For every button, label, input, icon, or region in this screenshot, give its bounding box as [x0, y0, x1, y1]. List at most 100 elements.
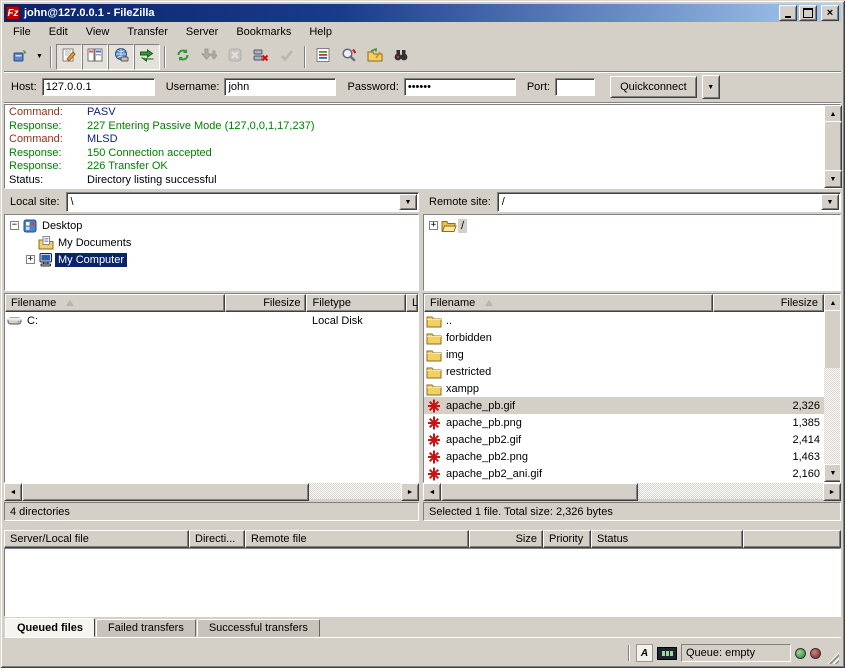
maximize-button[interactable] [799, 5, 817, 21]
menu-transfer[interactable]: Transfer [118, 24, 177, 40]
remote-hscroll-thumb[interactable] [441, 483, 638, 501]
folder-icon [424, 330, 442, 346]
app-icon[interactable]: Fz [6, 6, 20, 20]
toggle-local-tree-button[interactable] [82, 44, 108, 70]
refresh-button[interactable] [170, 44, 196, 70]
directory-comparison-button[interactable] [336, 44, 362, 70]
expand-icon[interactable]: + [26, 255, 35, 264]
cancel-operation-button[interactable] [222, 44, 248, 70]
scroll-down-icon[interactable]: ▼ [824, 464, 841, 482]
toggle-message-log-button[interactable] [56, 44, 82, 70]
queue-column-blank[interactable] [743, 530, 841, 548]
image-file-icon [424, 415, 442, 431]
folder-icon [424, 347, 442, 363]
remote-hscrollbar[interactable]: ◄ ► [423, 483, 841, 499]
queue-column-directi-[interactable]: Directi... [189, 530, 245, 548]
resize-grip[interactable] [825, 650, 839, 664]
tree-item--[interactable]: +/ [424, 217, 840, 234]
filename-filters-button[interactable] [310, 44, 336, 70]
activity-indicator-send-icon [810, 648, 821, 659]
remote-file-row[interactable]: apache_pb2.gif2,414 [424, 431, 824, 448]
username-label: Username: [166, 81, 220, 93]
title-bar[interactable]: Fz john@127.0.0.1 - FileZilla × [4, 4, 841, 22]
log-scroll-thumb[interactable] [824, 121, 842, 174]
column-header-filetype[interactable]: Filetype [306, 294, 406, 312]
tab-queued-files[interactable]: Queued files [5, 618, 95, 637]
local-file-row[interactable]: C:Local Disk [5, 312, 418, 329]
remote-file-row[interactable]: apache_pb2_ani.gif2,160 [424, 465, 824, 482]
username-input[interactable] [224, 78, 336, 96]
column-header-filename[interactable]: Filename [5, 294, 225, 312]
remote-vscroll-thumb[interactable] [824, 310, 841, 370]
column-header-filesize[interactable]: Filesize [713, 294, 824, 312]
site-manager-dropdown-button[interactable]: ▼ [33, 45, 46, 69]
close-button[interactable]: × [821, 5, 839, 21]
file-name: C: [23, 315, 226, 327]
remote-file-row[interactable]: apache_pb.png1,385 [424, 414, 824, 431]
scroll-left-icon[interactable]: ◄ [423, 483, 441, 501]
chevron-down-icon[interactable]: ▼ [821, 194, 839, 210]
password-input[interactable] [404, 78, 516, 96]
quickconnect-button[interactable]: Quickconnect [610, 76, 697, 98]
local-hscrollbar[interactable]: ◄ ► [4, 483, 419, 499]
menu-bookmarks[interactable]: Bookmarks [227, 24, 300, 40]
remote-file-row[interactable]: forbidden [424, 329, 824, 346]
expand-icon[interactable]: + [429, 221, 438, 230]
log-line: Response:150 Connection accepted [9, 147, 823, 161]
queue-column-size[interactable]: Size [469, 530, 543, 548]
queue-column-remote-file[interactable]: Remote file [245, 530, 469, 548]
tree-item-my-computer[interactable]: +My Computer [5, 251, 418, 268]
local-site-combo[interactable]: \ ▼ [66, 192, 419, 212]
tree-item-desktop[interactable]: −Desktop [5, 217, 418, 234]
queue-column-server-local-file[interactable]: Server/Local file [4, 530, 189, 548]
synchronized-browsing-button[interactable] [362, 44, 388, 70]
remote-file-row[interactable]: .. [424, 312, 824, 329]
data-type-indicator-icon[interactable]: A [636, 644, 653, 662]
toggle-remote-tree-button[interactable] [108, 44, 134, 70]
column-header-filename[interactable]: Filename [424, 294, 713, 312]
menu-server[interactable]: Server [177, 24, 227, 40]
remote-file-row[interactable]: apache_pb2.png1,463 [424, 448, 824, 465]
menu-help[interactable]: Help [300, 24, 341, 40]
remote-vscroll-track[interactable] [824, 368, 840, 466]
directory-comparison-icon [341, 47, 357, 66]
tree-item-my-documents[interactable]: My Documents [5, 234, 418, 251]
tab-successful-transfers[interactable]: Successful transfers [197, 619, 320, 637]
column-header-l[interactable]: L [406, 294, 418, 312]
quickconnect-dropdown-button[interactable]: ▼ [702, 75, 720, 99]
remote-vscrollbar[interactable]: ▲ ▼ [824, 294, 840, 482]
minimize-button[interactable] [779, 5, 797, 21]
remote-file-row[interactable]: img [424, 346, 824, 363]
toggle-transfer-queue-button[interactable] [134, 44, 160, 70]
find-files-button[interactable] [388, 44, 414, 70]
menu-view[interactable]: View [77, 24, 119, 40]
process-queue-button[interactable] [196, 44, 222, 70]
remote-file-row[interactable]: restricted [424, 363, 824, 380]
column-header-filesize[interactable]: Filesize [225, 294, 307, 312]
local-hscroll-track[interactable] [309, 483, 401, 499]
scroll-down-icon[interactable]: ▼ [824, 170, 842, 188]
queue-column-priority[interactable]: Priority [543, 530, 591, 548]
menu-file[interactable]: File [4, 24, 40, 40]
tab-failed-transfers[interactable]: Failed transfers [96, 619, 196, 637]
collapse-icon[interactable]: − [10, 221, 19, 230]
log-line-text: MLSD [87, 133, 118, 147]
host-input[interactable] [42, 78, 155, 96]
scroll-left-icon[interactable]: ◄ [4, 483, 22, 501]
chevron-down-icon[interactable]: ▼ [399, 194, 417, 210]
local-hscroll-thumb[interactable] [22, 483, 309, 501]
site-manager-button[interactable] [7, 44, 33, 70]
scroll-right-icon[interactable]: ► [823, 483, 841, 501]
port-input[interactable] [555, 78, 595, 96]
disconnect-button[interactable] [248, 44, 274, 70]
remote-site-combo[interactable]: / ▼ [497, 192, 841, 212]
speed-limit-icon[interactable] [657, 647, 677, 660]
remote-file-row[interactable]: apache_pb.gif2,326 [424, 397, 824, 414]
reconnect-button[interactable] [274, 44, 300, 70]
scroll-right-icon[interactable]: ► [401, 483, 419, 501]
queue-column-status[interactable]: Status [591, 530, 743, 548]
remote-hscroll-track[interactable] [638, 483, 823, 499]
menu-edit[interactable]: Edit [40, 24, 77, 40]
remote-file-row[interactable]: xampp [424, 380, 824, 397]
log-scrollbar[interactable]: ▲ ▼ [824, 105, 840, 188]
